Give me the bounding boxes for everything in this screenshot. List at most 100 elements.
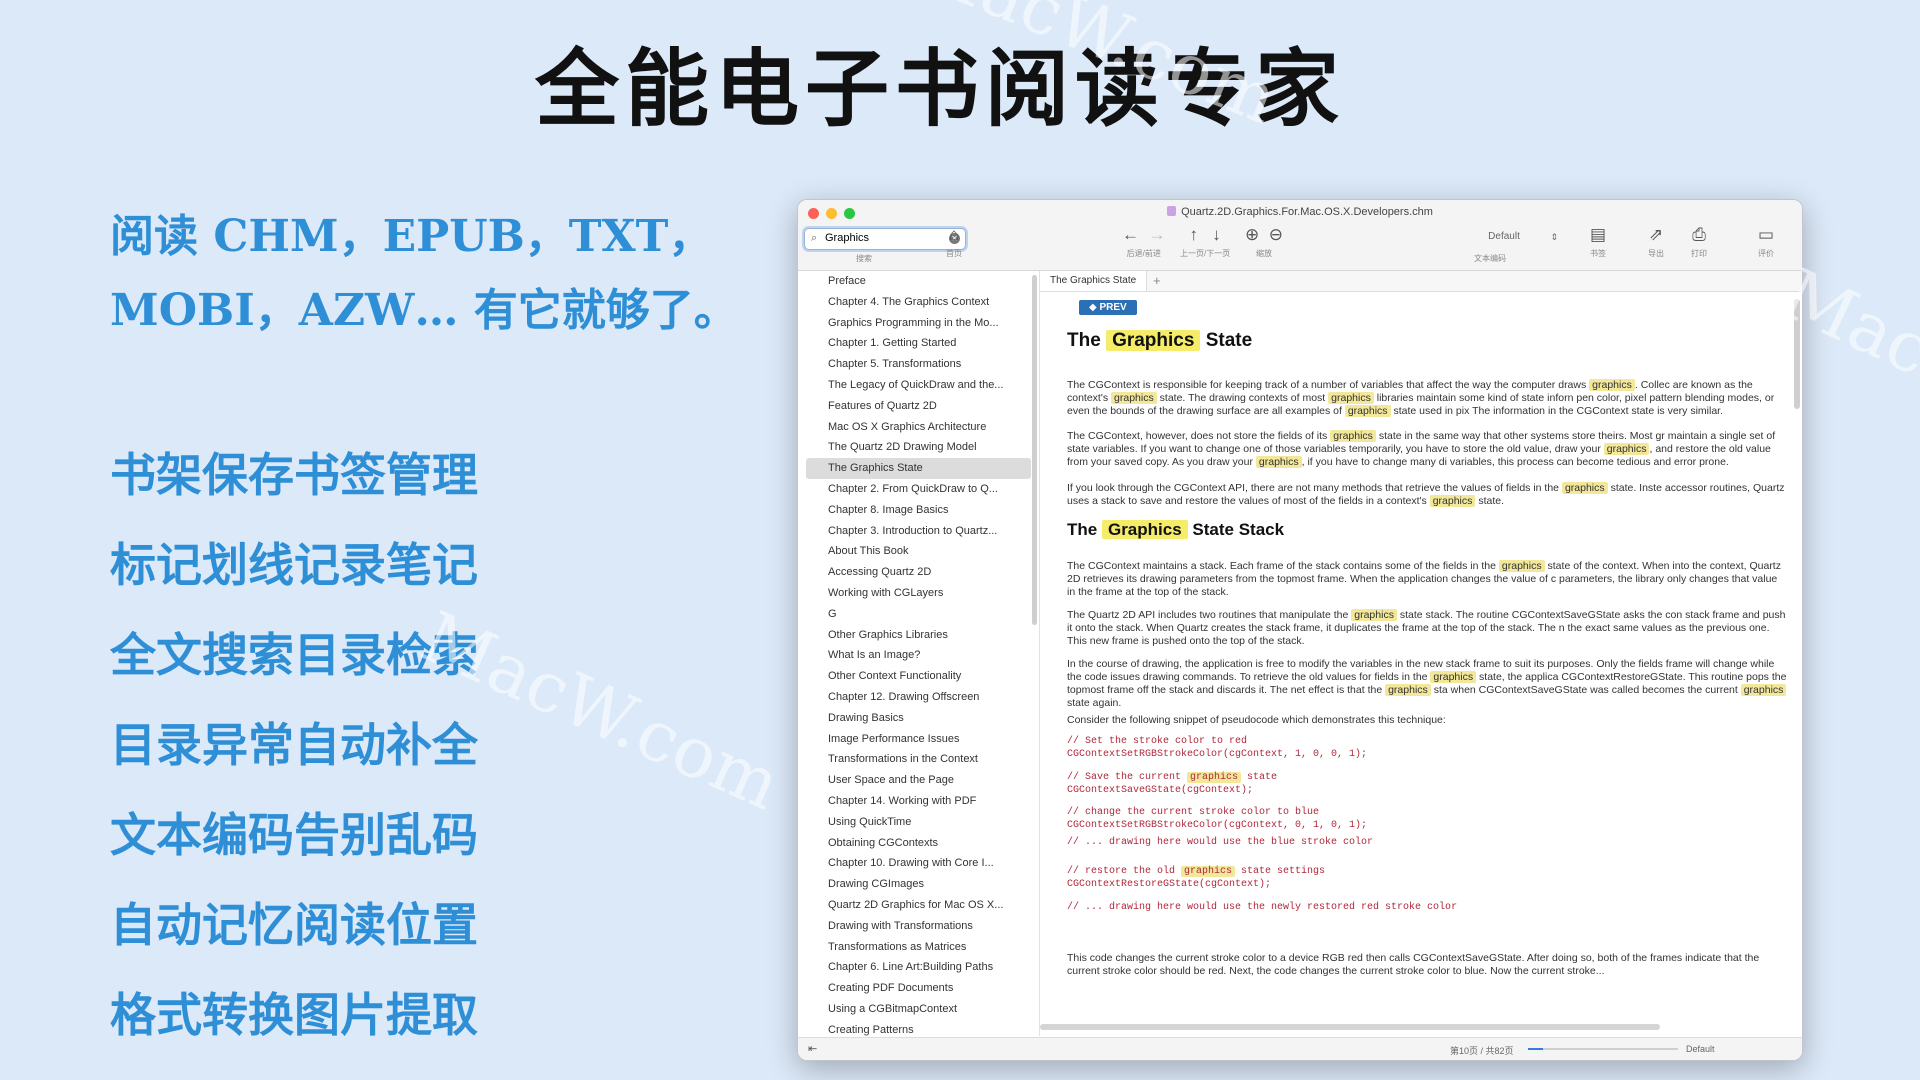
status-encoding[interactable]: Default	[1686, 1044, 1715, 1054]
paragraph: This code changes the current stroke col…	[1067, 952, 1760, 977]
toc-item[interactable]: Features of Quartz 2D	[806, 396, 1031, 417]
toc-item[interactable]: Drawing with Transformations	[806, 916, 1031, 937]
toc-item[interactable]: Graphics Programming in the Mo...	[806, 313, 1031, 334]
chevron-updown-icon: ⇕	[1550, 232, 1558, 242]
paragraph: In the course of drawing, the applicatio…	[1067, 658, 1787, 709]
feature-item: 自动记忆阅读位置	[110, 898, 478, 952]
zoom-button[interactable]: ⊕ ⊖ 缩放	[1245, 225, 1283, 259]
export-icon: ⇗	[1648, 225, 1664, 244]
reader-window: Quartz.2D.Graphics.For.Mac.OS.X.Develope…	[797, 199, 1803, 1061]
code-block: // ... drawing here would use the newly …	[1067, 902, 1458, 913]
intro-text: 阅读 CHM，EPUB，TXT， MOBI，AZW… 有它就够了。	[110, 200, 750, 348]
review-button[interactable]: ▭ 评价	[1758, 225, 1774, 259]
comment-icon: ▭	[1758, 225, 1775, 244]
encoding-select[interactable]: Default ⇕	[1444, 228, 1564, 246]
intro-line-2: MOBI，AZW… 有它就够了。	[110, 285, 738, 336]
toc-item[interactable]: Chapter 8. Image Basics	[806, 500, 1031, 521]
toc-list: Preface Chapter 4. The Graphics Context Gr…	[798, 271, 1039, 1036]
code-block: // ... drawing here would use the blue s…	[1067, 837, 1374, 848]
code-block: // Save the current graphics state CGCon…	[1067, 772, 1278, 796]
feature-item: 标记划线记录笔记	[110, 538, 478, 592]
home-icon: ⌂	[948, 225, 960, 244]
toc-item[interactable]: Chapter 1. Getting Started	[806, 333, 1031, 354]
code-block: // Set the stroke color to red CGContext…	[1067, 736, 1368, 760]
home-button[interactable]: ⌂ 首页	[946, 225, 962, 259]
window-title: Quartz.2D.Graphics.For.Mac.OS.X.Develope…	[798, 206, 1802, 218]
feature-item: 文本编码告别乱码	[110, 808, 478, 862]
toc-item[interactable]: Transformations as Matrices	[806, 937, 1031, 958]
toc-item[interactable]: Using QuickTime	[806, 812, 1031, 833]
toc-item[interactable]: What Is an Image?	[806, 645, 1031, 666]
search-icon: ⌕	[811, 232, 818, 244]
zoom-slider-fill	[1528, 1048, 1543, 1050]
search-input[interactable]	[825, 231, 935, 245]
code-block: // restore the old graphics state settin…	[1067, 866, 1326, 890]
toc-item[interactable]: Creating Patterns	[806, 1020, 1031, 1036]
toc-item[interactable]: Chapter 3. Introduction to Quartz...	[806, 521, 1031, 542]
add-tab-button[interactable]: +	[1153, 271, 1161, 291]
toc-item[interactable]: Quartz 2D Graphics for Mac OS X...	[806, 895, 1031, 916]
toc-item[interactable]: G	[806, 604, 1031, 625]
toc-item[interactable]: Drawing Basics	[806, 708, 1031, 729]
feature-item: 书架保存书签管理	[110, 448, 478, 502]
toc-item[interactable]: The Legacy of QuickDraw and the...	[806, 375, 1031, 396]
sidebar-scrollbar[interactable]	[1032, 275, 1037, 625]
paragraph: The CGContext is responsible for keeping…	[1067, 379, 1775, 417]
section-heading: The Graphics State	[1067, 330, 1253, 351]
toc-item[interactable]: Creating PDF Documents	[806, 978, 1031, 999]
content-scrollbar[interactable]	[1794, 299, 1800, 409]
toc-item[interactable]: Working with CGLayers	[806, 583, 1031, 604]
toc-item[interactable]: Mac OS X Graphics Architecture	[806, 417, 1031, 438]
toc-item[interactable]: About This Book	[806, 541, 1031, 562]
toc-item[interactable]: Other Graphics Libraries	[806, 625, 1031, 646]
toc-item[interactable]: Chapter 6. Line Art:Building Paths	[806, 957, 1031, 978]
zoom-in-out-icon: ⊕ ⊖	[1245, 225, 1283, 244]
toc-item[interactable]: Chapter 14. Working with PDF	[806, 791, 1031, 812]
section-heading: The Graphics State Stack	[1067, 520, 1285, 539]
page-headline: 全能电子书阅读专家	[534, 40, 1345, 138]
feature-item: 目录异常自动补全	[110, 718, 478, 772]
code-block: // change the current stroke color to bl…	[1067, 807, 1368, 831]
bookmark-button[interactable]: ▤ 书签	[1590, 225, 1606, 259]
tab-bar: The Graphics State +	[1040, 271, 1802, 292]
toc-item[interactable]: Other Context Functionality	[806, 666, 1031, 687]
feature-item: 全文搜索目录检索	[110, 628, 478, 682]
toc-item[interactable]: Obtaining CGContexts	[806, 833, 1031, 854]
prev-next-page-button[interactable]: ↑ ↓ 上一页/下一页	[1180, 225, 1230, 259]
document-icon	[1167, 206, 1177, 216]
toc-item[interactable]: User Space and the Page	[806, 770, 1031, 791]
sidebar-toggle-icon[interactable]: ⇤	[808, 1042, 817, 1055]
toc-item[interactable]: Chapter 12. Drawing Offscreen	[806, 687, 1031, 708]
toc-item[interactable]: Preface	[806, 271, 1031, 292]
zoom-slider[interactable]	[1528, 1048, 1678, 1050]
toc-item[interactable]: Image Performance Issues	[806, 729, 1031, 750]
toc-item[interactable]: Accessing Quartz 2D	[806, 562, 1031, 583]
toc-item[interactable]: The Quartz 2D Drawing Model	[806, 437, 1031, 458]
search-caption: 搜索	[856, 254, 872, 263]
toc-item[interactable]: Using a CGBitmapContext	[806, 999, 1031, 1020]
page-indicator: 第10页 / 共82页	[1450, 1046, 1514, 1056]
tab-graphics-state[interactable]: The Graphics State	[1040, 271, 1148, 291]
export-button[interactable]: ⇗ 导出	[1648, 225, 1664, 259]
search-field[interactable]: ⌕ ✕	[804, 228, 966, 250]
prev-button[interactable]: ◆ PREV	[1079, 300, 1137, 315]
toc-item[interactable]: Chapter 10. Drawing with Core I...	[806, 853, 1031, 874]
paragraph: Consider the following snippet of pseudo…	[1067, 714, 1446, 726]
toc-item[interactable]: Chapter 4. The Graphics Context	[806, 292, 1031, 313]
encoding-caption: 文本编码	[1474, 254, 1506, 263]
content-area: The Graphics State + ◆ PREV The Graphics…	[1040, 271, 1802, 1036]
horizontal-scrollbar[interactable]	[1040, 1024, 1660, 1030]
back-forward-button[interactable]: ← → 后退/前进	[1122, 225, 1165, 259]
window-title-text: Quartz.2D.Graphics.For.Mac.OS.X.Develope…	[1181, 206, 1433, 218]
toc-item[interactable]: Drawing CGImages	[806, 874, 1031, 895]
print-button[interactable]: ⎙ 打印	[1691, 225, 1707, 259]
toc-item[interactable]: Chapter 5. Transformations	[806, 354, 1031, 375]
back-forward-icon: ← →	[1122, 225, 1166, 244]
toc-item[interactable]: Transformations in the Context	[806, 749, 1031, 770]
paragraph: The CGContext, however, does not store t…	[1067, 430, 1776, 468]
toc-item[interactable]: Chapter 2. From QuickDraw to Q...	[806, 479, 1031, 500]
window-toolbar: Quartz.2D.Graphics.For.Mac.OS.X.Develope…	[798, 200, 1802, 271]
paragraph: The CGContext maintains a stack. Each fr…	[1067, 560, 1781, 598]
intro-line-1: 阅读 CHM，EPUB，TXT，	[110, 211, 713, 262]
toc-item[interactable]: The Graphics State	[806, 458, 1031, 479]
